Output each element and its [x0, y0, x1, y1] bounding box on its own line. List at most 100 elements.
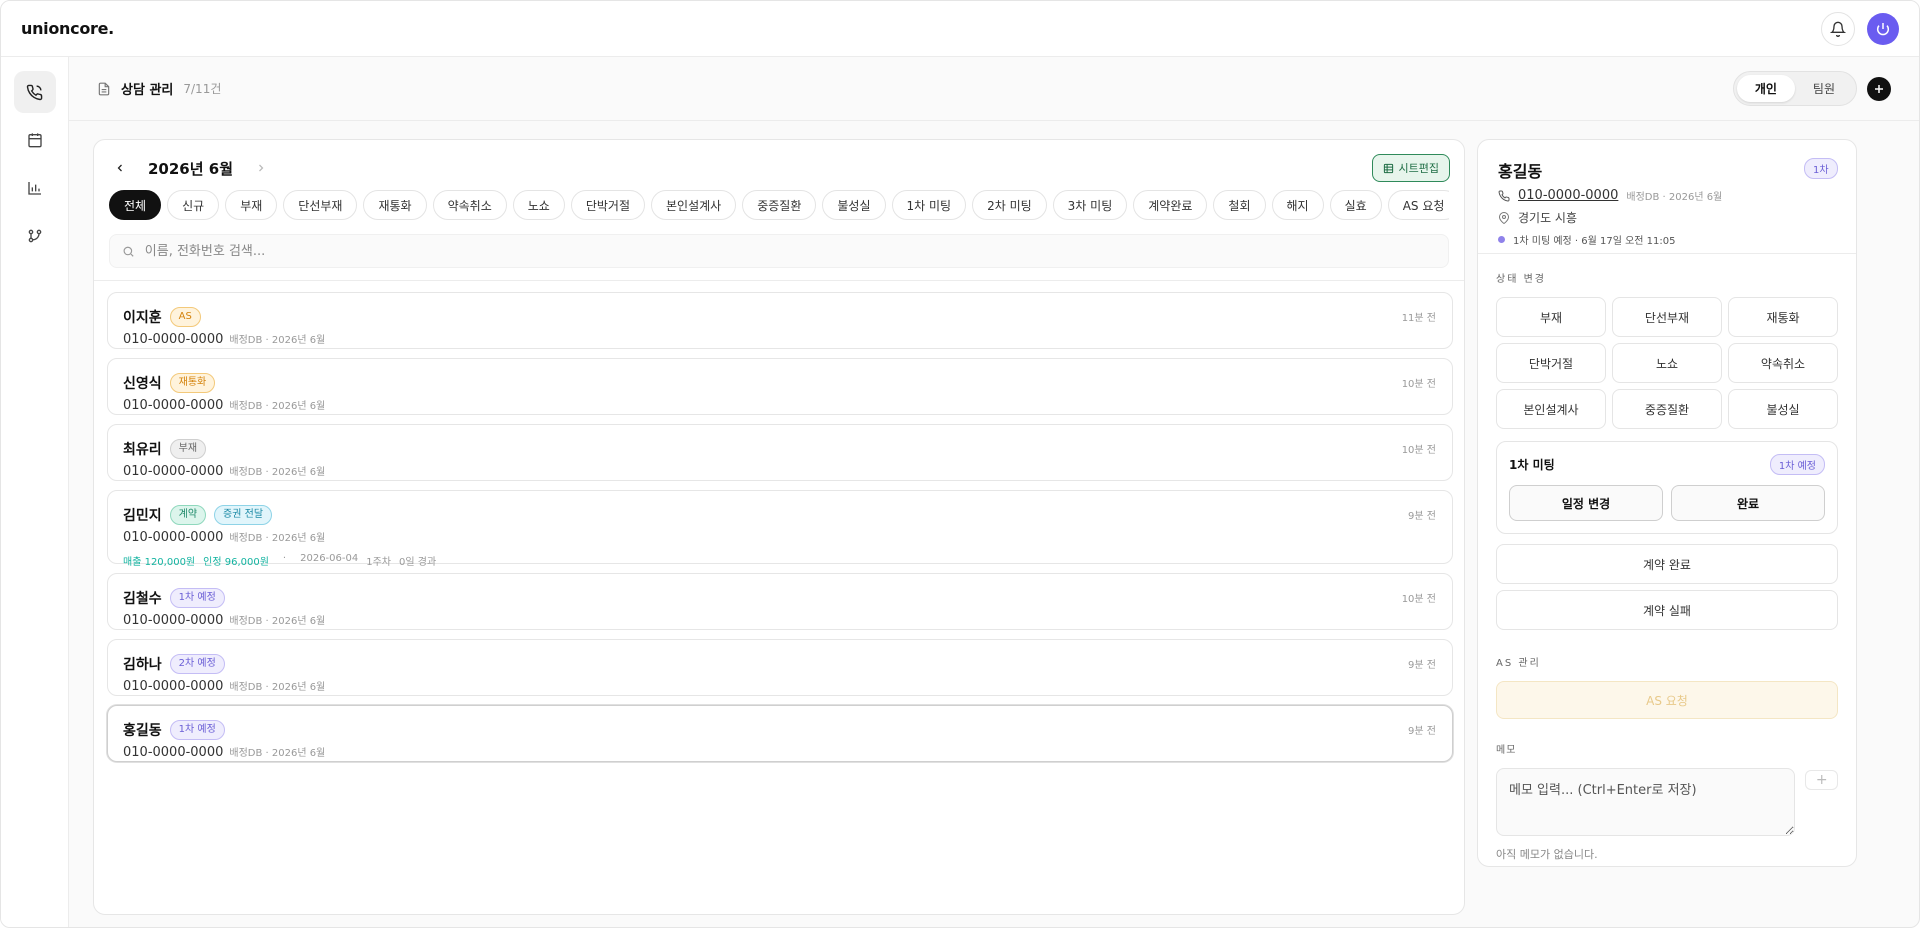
add-button[interactable]	[1867, 76, 1891, 101]
app-window: unioncore. 상담 관리 7/11건 개인 팀원 2026년 6월 시트…	[0, 0, 1920, 928]
customer-phone: 010-0000-0000	[123, 464, 224, 479]
detail-schedule: 1차 미팅 예정 · 6월 17일 오전 11:05	[1513, 236, 1676, 247]
next-month-button[interactable]	[249, 156, 273, 180]
status-button[interactable]: 노쇼	[1612, 343, 1722, 383]
filter-chip[interactable]: 해지	[1271, 190, 1324, 220]
consult-card[interactable]: 김민지 계약 증권 전달 9분 전 010-0000-0000 배정DB · 20…	[107, 490, 1453, 568]
customer-phone: 010-0000-0000	[123, 745, 224, 760]
sidebar-item-branch[interactable]	[14, 215, 56, 257]
card-time: 10분 전	[1401, 445, 1436, 456]
consult-card[interactable]: 이지훈 AS 11분 전 010-0000-0000 배정DB · 2026년 …	[107, 292, 1453, 349]
sheet-edit-button[interactable]: 시트편집	[1371, 154, 1450, 182]
filter-chip[interactable]: 2차 미팅	[972, 190, 1047, 220]
page-count: 7/11건	[183, 82, 222, 96]
filter-chip[interactable]: 부재	[225, 190, 278, 220]
card-meta: 배정DB · 2026년 6월	[229, 682, 326, 693]
contract-date: 2026-06-04	[300, 553, 359, 564]
card-time: 10분 전	[1401, 379, 1436, 390]
filter-chip[interactable]: 실효	[1329, 190, 1382, 220]
consult-card[interactable]: 신영식 재통화 10분 전 010-0000-0000 배정DB · 2026년…	[107, 358, 1453, 415]
consult-list-panel: 2026년 6월 시트편집 전체 신규 부재 단선부재 재통화 약속취소 노쇼 단박거절 본인설…	[93, 139, 1465, 915]
document-icon	[98, 82, 110, 95]
memo-section-label: 메모	[1496, 745, 1517, 756]
chevron-left-icon	[117, 164, 122, 172]
tab-team[interactable]: 팀원	[1795, 75, 1853, 102]
card-meta: 배정DB · 2026년 6월	[229, 533, 326, 544]
contract-done-button[interactable]: 계약 완료	[1496, 544, 1838, 584]
card-time: 10분 전	[1401, 594, 1436, 605]
filter-chip[interactable]: 본인설계사	[651, 190, 737, 220]
card-meta: 배정DB · 2026년 6월	[229, 467, 326, 478]
logo: unioncore.	[21, 19, 114, 38]
filter-chip[interactable]: 약속취소	[432, 190, 507, 220]
table-icon	[1383, 163, 1393, 173]
status-button[interactable]: 부재	[1496, 297, 1606, 337]
filter-chip[interactable]: 노쇼	[512, 190, 565, 220]
status-button[interactable]: 재통화	[1728, 297, 1838, 337]
contract-fail-button[interactable]: 계약 실패	[1496, 590, 1838, 630]
consult-card[interactable]: 최유리 부재 10분 전 010-0000-0000 배정DB · 2026년 …	[107, 424, 1453, 481]
filter-chip[interactable]: 전체	[109, 190, 162, 220]
filter-chip[interactable]: 재통화	[363, 190, 427, 220]
tab-personal[interactable]: 개인	[1736, 75, 1795, 102]
status-button[interactable]: 단선부재	[1612, 297, 1722, 337]
consult-card[interactable]: 홍길동 1차 예정 9분 전 010-0000-0000 배정DB · 2026…	[107, 705, 1453, 762]
sidebar-item-stats[interactable]	[14, 167, 56, 209]
customer-name: 김민지	[123, 508, 162, 524]
complete-button[interactable]: 완료	[1671, 485, 1825, 521]
close-button[interactable]	[1854, 184, 1856, 201]
sales-info: 매출 120,000원 인정 96,000원 · 2026-06-04 1주차 …	[123, 553, 1437, 568]
status-button[interactable]: 본인설계사	[1496, 389, 1606, 429]
status-button[interactable]: 단박거절	[1496, 343, 1606, 383]
memo-input[interactable]	[1496, 768, 1796, 836]
filter-chip[interactable]: 철회	[1213, 190, 1266, 220]
elapsed-days: 0일 경과	[399, 557, 437, 568]
consult-card-list: 이지훈 AS 11분 전 010-0000-0000 배정DB · 2026년 …	[107, 292, 1453, 771]
month-label: 2026년 6월	[148, 159, 234, 178]
calendar-icon	[27, 133, 42, 148]
power-icon	[1876, 22, 1890, 35]
sidebar-item-calendar[interactable]	[14, 119, 56, 161]
filter-chip[interactable]: 단박거절	[570, 190, 646, 220]
status-button[interactable]: 약속취소	[1728, 343, 1838, 383]
filter-chip[interactable]: 중증질환	[742, 190, 817, 220]
card-time: 9분 전	[1408, 511, 1436, 522]
filter-chip[interactable]: 계약완료	[1133, 190, 1208, 220]
notification-button[interactable]	[1821, 11, 1855, 46]
detail-meta: 배정DB · 2026년 6월	[1626, 192, 1723, 203]
customer-phone: 010-0000-0000	[123, 679, 224, 694]
view-toggle: 개인 팀원	[1732, 71, 1857, 106]
as-section-label: AS 관리	[1496, 658, 1541, 669]
customer-name: 이지훈	[123, 310, 162, 326]
consult-card[interactable]: 김하나 2차 예정 9분 전 010-0000-0000 배정DB · 2026…	[107, 639, 1453, 696]
status-button[interactable]: 불성실	[1728, 389, 1838, 429]
filter-chip[interactable]: 3차 미팅	[1052, 190, 1128, 220]
prev-month-button[interactable]	[108, 156, 132, 180]
search-input[interactable]	[144, 243, 1436, 259]
status-badge: AS	[169, 307, 201, 327]
customer-phone: 010-0000-0000	[123, 398, 224, 413]
filter-chip[interactable]: 1차 미팅	[891, 190, 967, 220]
as-request-button[interactable]: AS 요청	[1496, 681, 1838, 719]
status-button[interactable]: 중증질환	[1612, 389, 1722, 429]
consult-card[interactable]: 김철수 1차 예정 10분 전 010-0000-0000 배정DB · 202…	[107, 573, 1453, 630]
card-meta: 배정DB · 2026년 6월	[229, 616, 326, 627]
page-title: 상담 관리	[121, 83, 174, 98]
filter-chip[interactable]: 신규	[167, 190, 220, 220]
memo-empty-text: 아직 메모가 없습니다.	[1496, 848, 1598, 861]
memo-add-button[interactable]: +	[1805, 770, 1838, 790]
avatar[interactable]	[1867, 12, 1899, 45]
chevron-right-icon	[259, 164, 264, 172]
reschedule-button[interactable]: 일정 변경	[1509, 485, 1663, 521]
filter-chip[interactable]: AS 요청	[1387, 190, 1449, 220]
detail-name: 홍길동	[1498, 162, 1543, 181]
customer-name: 최유리	[123, 442, 162, 458]
filter-chip[interactable]: 불성실	[822, 190, 886, 220]
status-badge: 1차 예정	[169, 588, 225, 608]
list-divider	[94, 280, 1464, 281]
status-button-grid: 부재 단선부재 재통화단박거절 노쇼 약속취소본인설계사 중증질환 불성실	[1496, 297, 1838, 429]
filter-chip[interactable]: 단선부재	[283, 190, 358, 220]
sidebar-item-consult[interactable]	[13, 71, 56, 113]
status-section-label: 상태 변경	[1496, 274, 1546, 285]
detail-phone-link[interactable]: 010-0000-0000	[1518, 188, 1618, 203]
